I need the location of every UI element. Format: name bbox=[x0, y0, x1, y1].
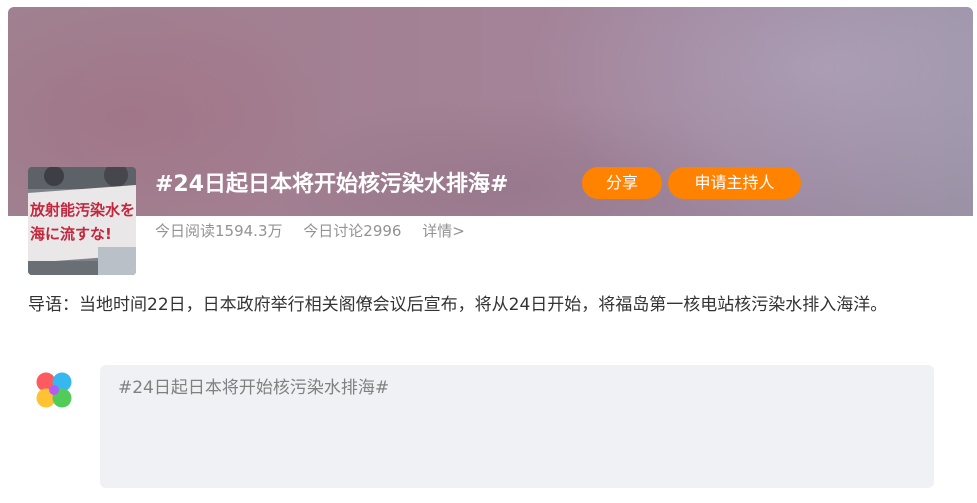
details-link[interactable]: 详情> bbox=[422, 222, 465, 240]
post-composer-input[interactable]: #24日起日本将开始核污染水排海# bbox=[100, 365, 934, 488]
topic-lead-text: 导语：当地时间22日，日本政府举行相关阁僚会议后宣布，将从24日开始，将福岛第一… bbox=[28, 295, 888, 315]
topic-title: #24日起日本将开始核污染水排海# bbox=[155, 172, 509, 197]
topic-thumbnail: 放射能汚染水を 海に流すな! bbox=[28, 167, 136, 275]
thumbnail-sign-line-1: 放射能汚染水を bbox=[29, 201, 135, 219]
share-button[interactable]: 分享 bbox=[582, 167, 662, 199]
topic-stats: 今日阅读1594.3万 今日讨论2996 详情> bbox=[155, 218, 481, 244]
app-logo-icon bbox=[34, 370, 74, 410]
thumbnail-sign-line-2: 海に流すな! bbox=[30, 225, 112, 243]
apply-host-button[interactable]: 申请主持人 bbox=[668, 167, 801, 199]
today-reads: 今日阅读1594.3万 bbox=[155, 222, 283, 240]
today-discussions: 今日讨论2996 bbox=[303, 222, 402, 240]
